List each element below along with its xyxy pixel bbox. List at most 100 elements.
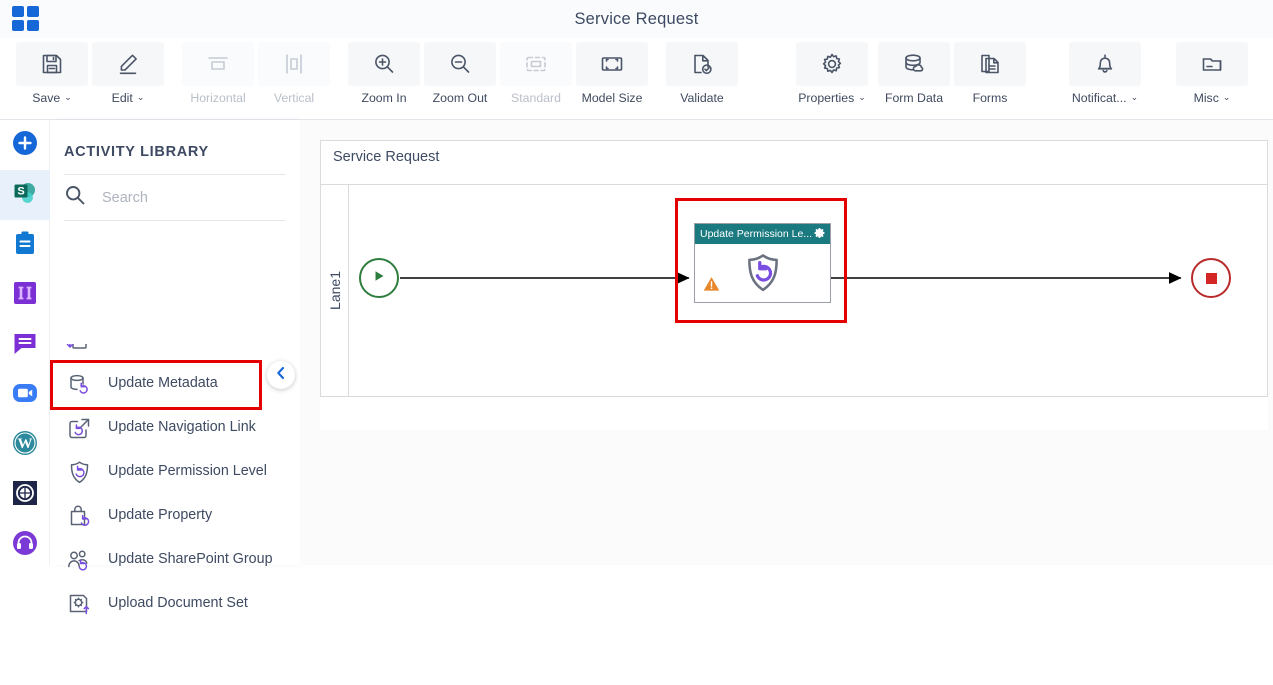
task-node-update-permission-level[interactable]: Update Permission Le... bbox=[694, 223, 831, 303]
document-check-icon bbox=[666, 42, 738, 86]
chevron-down-icon: ⌄ bbox=[1131, 93, 1139, 102]
gear-icon[interactable] bbox=[814, 227, 826, 242]
shield-refresh-icon bbox=[64, 457, 94, 487]
list-item-update-metadata[interactable]: Update Metadata bbox=[50, 362, 300, 406]
properties-label: Properties⌄ bbox=[798, 91, 866, 105]
two-columns-icon bbox=[11, 279, 39, 312]
edit-label: Edit⌄ bbox=[112, 91, 145, 105]
chevron-down-icon: ⌄ bbox=[64, 93, 72, 102]
forms-label: Forms bbox=[973, 91, 1008, 105]
notifications-label: Notificat...⌄ bbox=[1072, 91, 1138, 105]
app-rail: S bbox=[0, 120, 50, 565]
documents-icon bbox=[954, 42, 1026, 86]
collapse-panel-button[interactable] bbox=[267, 361, 295, 389]
save-label: Save⌄ bbox=[32, 91, 72, 105]
model-size-button[interactable]: Model Size bbox=[574, 38, 650, 105]
bell-icon bbox=[1069, 42, 1141, 86]
bag-refresh-icon bbox=[64, 501, 94, 531]
activity-library-title: ACTIVITY LIBRARY bbox=[64, 120, 286, 175]
rail-item-columns[interactable] bbox=[0, 270, 50, 320]
users-refresh-icon bbox=[64, 545, 94, 575]
list-item-update-navigation-link[interactable]: Update Navigation Link bbox=[50, 406, 300, 450]
fit-standard-icon bbox=[500, 42, 572, 86]
update-list-item-icon bbox=[64, 344, 94, 362]
rail-item-tasks[interactable] bbox=[0, 220, 50, 270]
standard-label: Standard bbox=[511, 91, 561, 105]
misc-label: Misc⌄ bbox=[1194, 91, 1231, 105]
pencil-icon bbox=[92, 42, 164, 86]
zoom-out-button[interactable]: Zoom Out bbox=[422, 38, 498, 105]
rail-item-add[interactable] bbox=[0, 120, 50, 170]
video-camera-icon bbox=[11, 379, 39, 412]
title-bar: Service Request bbox=[0, 0, 1273, 38]
svg-text:W: W bbox=[18, 436, 33, 452]
rail-item-integration[interactable] bbox=[0, 470, 50, 520]
toolbar-ribbon: Save⌄ Edit⌄ Horizontal Vertical bbox=[0, 38, 1273, 120]
misc-button[interactable]: Misc⌄ bbox=[1176, 38, 1248, 105]
rail-item-zoom-meet[interactable] bbox=[0, 370, 50, 420]
warning-triangle-icon bbox=[703, 276, 720, 297]
headset-icon bbox=[11, 529, 39, 562]
stop-square-icon bbox=[1206, 273, 1217, 284]
end-event-node[interactable] bbox=[1191, 258, 1231, 298]
workflow-canvas[interactable]: Service Request Lane1 bbox=[300, 120, 1273, 565]
chevron-down-icon: ⌄ bbox=[858, 93, 866, 102]
list-item-label: Update SharePoint Group bbox=[108, 550, 273, 569]
forms-button[interactable]: Forms bbox=[952, 38, 1028, 105]
vertical-align-button[interactable]: Vertical bbox=[256, 38, 332, 105]
pool: Service Request Lane1 bbox=[320, 140, 1268, 430]
floppy-disk-icon bbox=[16, 42, 88, 86]
wordpress-icon: W bbox=[11, 429, 39, 462]
dark-circle-icon bbox=[11, 479, 39, 512]
rail-item-wordpress[interactable]: W bbox=[0, 420, 50, 470]
activity-list[interactable]: Update Metadata Update Navigation Link bbox=[50, 344, 300, 685]
align-vertical-icon bbox=[258, 42, 330, 86]
task-header: Update Permission Le... bbox=[695, 224, 830, 244]
list-item-update-property[interactable]: Update Property bbox=[50, 494, 300, 538]
task-body bbox=[695, 244, 830, 303]
rail-item-messages[interactable] bbox=[0, 320, 50, 370]
folder-card-icon bbox=[1176, 42, 1248, 86]
page-title: Service Request bbox=[0, 10, 1273, 29]
form-data-label: Form Data bbox=[885, 91, 943, 105]
list-item[interactable] bbox=[50, 344, 300, 362]
database-cloud-icon bbox=[878, 42, 950, 86]
plus-circle-icon bbox=[11, 129, 39, 162]
list-item-upload-document-set[interactable]: Upload Document Set bbox=[50, 582, 300, 626]
search-input[interactable] bbox=[100, 189, 270, 207]
list-item-label: Update Metadata bbox=[108, 374, 218, 393]
pool-body[interactable]: Lane1 Update Permission bbox=[320, 184, 1268, 397]
zoom-in-button[interactable]: Zoom In bbox=[346, 38, 422, 105]
link-refresh-icon bbox=[64, 413, 94, 443]
magnifier-plus-icon bbox=[348, 42, 420, 86]
svg-text:S: S bbox=[17, 185, 24, 197]
list-item-label: Update Permission Level bbox=[108, 462, 267, 481]
chevron-left-icon bbox=[274, 366, 288, 385]
notifications-button[interactable]: Notificat...⌄ bbox=[1058, 38, 1152, 105]
search-icon bbox=[64, 184, 86, 211]
list-item-label: Update Navigation Link bbox=[108, 418, 256, 437]
validate-button[interactable]: Validate bbox=[664, 38, 740, 105]
list-item-update-permission-level[interactable]: Update Permission Level bbox=[50, 450, 300, 494]
vertical-label: Vertical bbox=[274, 91, 314, 105]
gear-icon bbox=[796, 42, 868, 86]
validate-label: Validate bbox=[680, 91, 724, 105]
pool-strip bbox=[320, 172, 1268, 184]
sharepoint-icon: S bbox=[11, 179, 39, 212]
list-item-label: Update Property bbox=[108, 506, 212, 525]
start-event-node[interactable] bbox=[359, 258, 399, 298]
properties-button[interactable]: Properties⌄ bbox=[788, 38, 876, 105]
form-data-button[interactable]: Form Data bbox=[876, 38, 952, 105]
rail-item-sharepoint[interactable]: S bbox=[0, 170, 50, 220]
database-refresh-icon bbox=[64, 369, 94, 399]
list-item-update-sharepoint-group[interactable]: Update SharePoint Group bbox=[50, 538, 300, 582]
zoom-in-label: Zoom In bbox=[361, 91, 406, 105]
save-button[interactable]: Save⌄ bbox=[14, 38, 90, 105]
horizontal-align-button[interactable]: Horizontal bbox=[180, 38, 256, 105]
rail-item-support[interactable] bbox=[0, 520, 50, 570]
edit-button[interactable]: Edit⌄ bbox=[90, 38, 166, 105]
activity-library-panel: ACTIVITY LIBRARY bbox=[50, 120, 300, 565]
search-bar[interactable] bbox=[64, 175, 286, 221]
document-upload-icon bbox=[64, 589, 94, 619]
standard-size-button[interactable]: Standard bbox=[498, 38, 574, 105]
